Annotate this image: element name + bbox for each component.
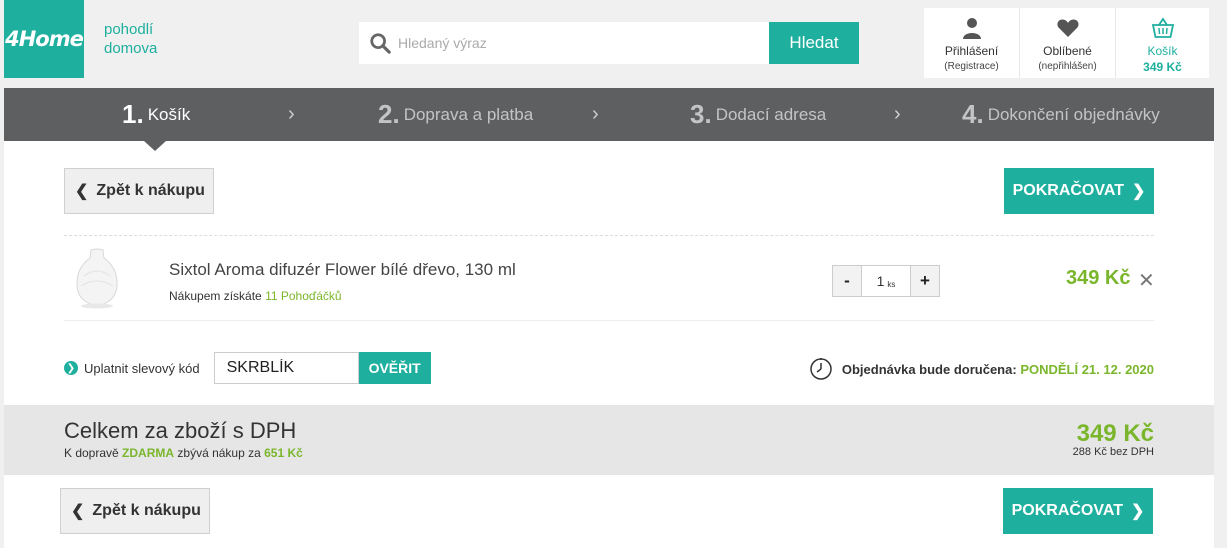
step-shipping-payment: 2. Doprava a platba: [378, 88, 533, 141]
step-label: Doprava a platba: [403, 104, 534, 124]
back-to-shop-label: Zpět k nákupu: [92, 502, 201, 519]
product-image[interactable]: [72, 246, 122, 310]
chevron-right-icon: ❯: [1131, 503, 1145, 520]
basket-icon: [1151, 17, 1174, 38]
heart-icon: [1056, 19, 1079, 37]
register-label[interactable]: (Registrace): [944, 61, 998, 72]
cart-item: Sixtol Aroma difuzér Flower bílé dřevo, …: [64, 235, 1155, 321]
shipping-middle: zbývá nákup za: [177, 446, 261, 460]
search-field[interactable]: [359, 22, 769, 64]
checkout-steps: 1. Košík › 2. Doprava a platba › 3. Doda…: [4, 88, 1214, 141]
shipping-prefix: K dopravě: [64, 446, 119, 460]
totals-bar: Celkem za zboží s DPH K dopravě ZDARMA z…: [4, 405, 1214, 475]
quantity-decrease-button[interactable]: -: [832, 265, 862, 297]
step-number: 2.: [378, 99, 400, 129]
verify-coupon-button[interactable]: OVĚŘIT: [358, 352, 431, 384]
clock-icon: [810, 358, 832, 380]
shipping-free: ZDARMA: [122, 446, 175, 460]
free-shipping-info: K dopravě ZDARMA zbývá nákup za 651 Kč: [64, 446, 303, 460]
step-label: Dodací adresa: [715, 104, 827, 124]
cart-panel: ❮ Zpět k nákupu POKRAČOVAT ❯ Sixtol Arom…: [4, 141, 1214, 405]
quantity-field[interactable]: 1 ks: [862, 265, 910, 297]
active-step-pointer: [144, 141, 166, 151]
coupon-input[interactable]: [213, 352, 359, 384]
total-price: 349 Kč: [1076, 420, 1154, 447]
reward-prefix: Nákupem získáte: [169, 289, 262, 303]
step-number: 1.: [122, 99, 144, 129]
delivery-date: PONDĚLÍ 21. 12. 2020: [1020, 361, 1154, 377]
shipping-remaining: 651 Kč: [264, 446, 303, 460]
bottom-actions: ❮ Zpět k nákupu POKRAČOVAT ❯: [4, 475, 1214, 548]
tagline-line-1: pohodlí: [104, 21, 154, 38]
chevron-right-icon: ❯: [1132, 183, 1146, 200]
coupon-label[interactable]: Uplatnit slevový kód: [84, 361, 200, 376]
delivery-info: Objednávka bude doručena: PONDĚLÍ 21. 12…: [809, 357, 1154, 381]
user-icon: [962, 18, 981, 39]
favorites-link[interactable]: Oblíbené (nepřihlášen): [1020, 8, 1116, 78]
quantity-value: 1: [876, 273, 885, 289]
totals-title: Celkem za zboží s DPH: [64, 418, 297, 443]
search-button[interactable]: Hledat: [769, 22, 859, 64]
step-order-completion: 4. Dokončení objednávky: [962, 88, 1160, 141]
quantity-stepper: - 1 ks +: [832, 265, 940, 297]
continue-label: POKRAČOVAT: [1011, 502, 1123, 519]
cart-link[interactable]: Košík 349 Kč: [1116, 8, 1209, 78]
step-chevron-icon: ›: [894, 103, 901, 125]
back-to-shop-label: Zpět k nákupu: [96, 182, 205, 199]
delivery-prefix: Objednávka bude doručena:: [841, 361, 1017, 377]
step-chevron-icon: ›: [288, 103, 295, 125]
step-label: Košík: [147, 104, 191, 124]
reward-info: Nákupem získáte 11 Pohoďáčků: [169, 289, 342, 303]
quantity-unit: ks: [887, 279, 896, 289]
step-number: 4.: [962, 99, 984, 129]
step-chevron-icon: ›: [592, 103, 599, 125]
reward-value[interactable]: 11 Pohoďáčků: [265, 289, 342, 303]
user-boxes: Přihlášení (Registrace) Oblíbené (nepřih…: [924, 8, 1209, 78]
coupon-section: ❯ Uplatnit slevový kód OVĚŘIT: [64, 352, 431, 384]
continue-button-bottom[interactable]: POKRAČOVAT ❯: [1003, 488, 1153, 534]
search-bar: Hledat: [359, 22, 859, 64]
search-icon: [370, 33, 391, 54]
favorites-label: Oblíbené: [1043, 44, 1092, 58]
cart-label: Košík: [1147, 44, 1178, 58]
chevron-circle-icon: ❯: [64, 361, 78, 375]
step-cart: 1. Košík: [122, 88, 190, 141]
continue-button[interactable]: POKRAČOVAT ❯: [1004, 168, 1154, 214]
favorites-status: (nepřihlášen): [1038, 61, 1097, 72]
total-price-without-vat: 288 Kč bez DPH: [1072, 446, 1154, 458]
tagline-line-2: domova: [104, 40, 158, 57]
back-to-shop-button-bottom[interactable]: ❮ Zpět k nákupu: [60, 488, 210, 534]
cart-total: 349 Kč: [1143, 60, 1182, 74]
login-label: Přihlášení: [944, 44, 999, 58]
logo[interactable]: 4Home: [4, 0, 84, 78]
continue-label: POKRAČOVAT: [1012, 182, 1124, 199]
quantity-increase-button[interactable]: +: [910, 265, 940, 297]
chevron-left-icon: ❮: [75, 183, 89, 200]
remove-item-icon[interactable]: ✕: [1138, 268, 1155, 293]
item-price: 349 Kč: [1066, 267, 1131, 289]
product-name[interactable]: Sixtol Aroma difuzér Flower bílé dřevo, …: [169, 260, 516, 280]
search-input[interactable]: [398, 35, 738, 51]
tagline: pohodlí domova: [104, 20, 157, 58]
chevron-left-icon: ❮: [71, 503, 85, 520]
step-delivery-address: 3. Dodací adresa: [690, 88, 826, 141]
login-link[interactable]: Přihlášení (Registrace): [924, 8, 1020, 78]
step-number: 3.: [690, 99, 712, 129]
back-to-shop-button[interactable]: ❮ Zpět k nákupu: [64, 168, 214, 214]
step-label: Dokončení objednávky: [987, 104, 1160, 124]
